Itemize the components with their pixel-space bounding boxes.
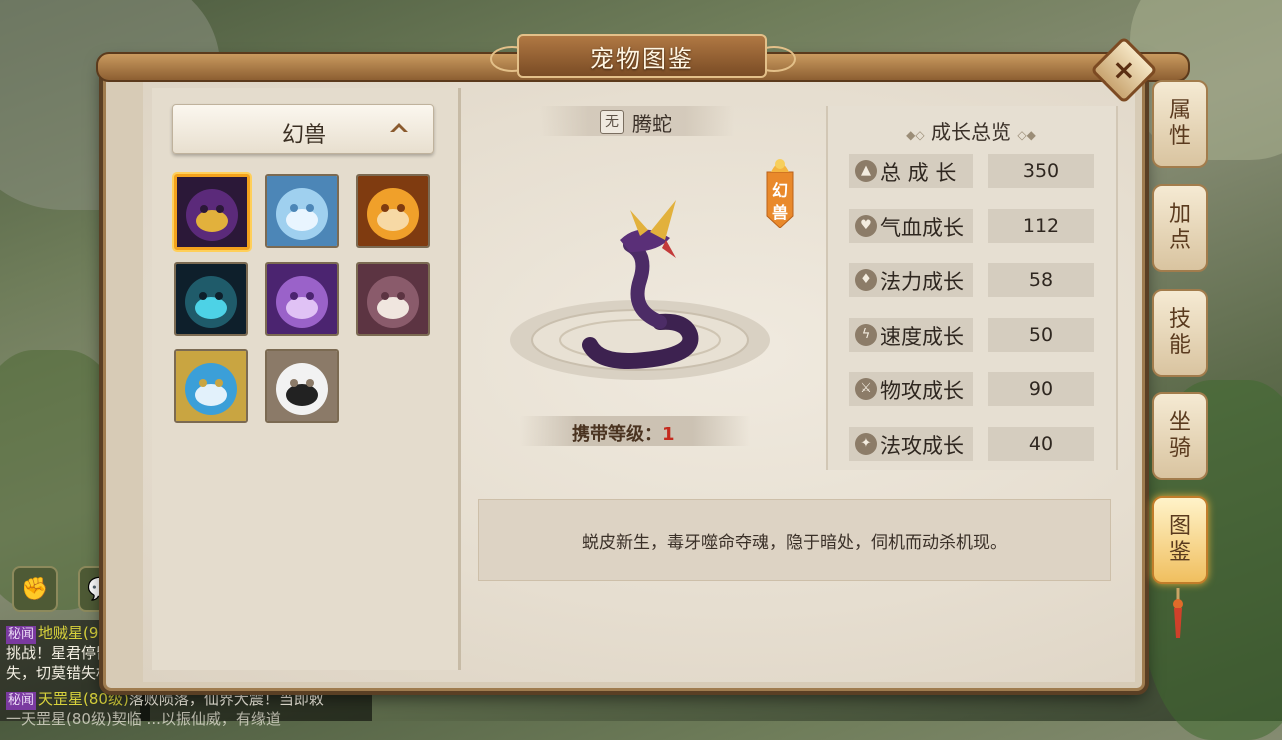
up-arrow-icon: ▲ <box>855 160 877 182</box>
growth-overview-title: ◆◇ 成长总览 ◇◆ <box>826 116 1116 145</box>
tab-label: 属性 <box>1168 98 1191 149</box>
pet-portrait <box>176 264 246 334</box>
pet-slot[interactable] <box>174 349 248 423</box>
carry-level: 携带等级：1 <box>572 420 675 446</box>
stat-label: 气血成长 <box>880 216 964 240</box>
growth-title-text: 成长总览 <box>931 120 1011 144</box>
carry-level-value: 1 <box>662 424 675 445</box>
sword-icon: ⚔ <box>855 378 877 400</box>
pet-slot[interactable] <box>265 349 339 423</box>
stat-label: 物攻成长 <box>880 379 964 403</box>
pet-model-view[interactable] <box>480 160 810 420</box>
chat-line: 一天罡星(80级)契临 ...以振仙威，有缘道 <box>6 710 281 728</box>
pet-slot[interactable] <box>356 174 430 248</box>
tab-label: 图鉴 <box>1168 514 1191 565</box>
pet-portrait <box>177 177 247 247</box>
stat-label: 法攻成长 <box>880 434 964 458</box>
diamond-ornament-icon: ◇◆ <box>1017 128 1036 142</box>
pet-portrait <box>176 351 246 421</box>
pet-portrait <box>267 264 337 334</box>
fist-icon: ✊ <box>21 576 49 602</box>
tab-label: 坐骑 <box>1168 410 1191 461</box>
chat-text: 一天罡星(80级)契临 ...以振仙威，有缘道 <box>6 710 281 728</box>
panel-divider <box>458 88 461 670</box>
diamond-ornament-icon: ◆◇ <box>906 128 925 142</box>
chat-text: 挑战！星君停留 <box>6 644 112 662</box>
stat-label: 法力成长 <box>880 270 964 294</box>
window-title: 宠物图鉴 <box>517 34 767 78</box>
stat-label: 总 成 长 <box>880 161 957 185</box>
tab-5[interactable]: 图鉴 <box>1152 496 1208 584</box>
stat-value: 40 <box>988 427 1094 461</box>
lightning-icon: ϟ <box>855 324 877 346</box>
tab-4[interactable]: 坐骑 <box>1152 392 1208 480</box>
chat-line: 秘闻 天罡星(80级)落败陨落，仙界大震！当即敕 <box>6 690 324 710</box>
tassel-ornament <box>1173 588 1183 638</box>
chat-text: 落败陨落，仙界大震！当即敕 <box>128 690 324 708</box>
tab-1[interactable]: 属性 <box>1152 80 1208 168</box>
pet-portrait <box>267 351 337 421</box>
heart-icon: ♥ <box>855 215 877 237</box>
flame-icon: ♦ <box>855 269 877 291</box>
category-dropdown[interactable]: 幻兽 <box>172 104 434 154</box>
pet-name: 腾蛇 <box>632 112 672 136</box>
pet-slot[interactable] <box>174 174 250 250</box>
pet-slot[interactable] <box>265 262 339 336</box>
pet-slot[interactable] <box>356 262 430 336</box>
stat-value: 112 <box>988 209 1094 243</box>
close-icon: × <box>1112 53 1136 86</box>
stat-label: 速度成长 <box>880 325 964 349</box>
pet-portrait <box>358 176 428 246</box>
stat-value: 58 <box>988 263 1094 297</box>
chat-sender[interactable]: 天罡星(80级) <box>38 690 129 708</box>
tab-3[interactable]: 技能 <box>1152 289 1208 377</box>
tab-2[interactable]: 加点 <box>1152 184 1208 272</box>
stat-value: 90 <box>988 372 1094 406</box>
chat-tag: 秘闻 <box>6 626 37 644</box>
tab-label: 技能 <box>1168 307 1191 358</box>
tab-label: 加点 <box>1168 202 1191 253</box>
magic-icon: ✦ <box>855 433 877 455</box>
stat-value: 50 <box>988 318 1094 352</box>
fist-button[interactable]: ✊ <box>12 566 58 612</box>
pet-description: 蜕皮新生，毒牙噬命夺魂，隐于暗处，伺机而动杀机现。 <box>478 499 1111 581</box>
stat-value: 350 <box>988 154 1094 188</box>
chat-tag: 秘闻 <box>6 692 37 710</box>
carry-level-label: 携带等级： <box>572 424 662 445</box>
pet-slot[interactable] <box>174 262 248 336</box>
pet-slot[interactable] <box>265 174 339 248</box>
chevron-up-icon <box>387 117 411 139</box>
pet-portrait <box>267 176 337 246</box>
element-type-icon: 无 <box>600 110 624 134</box>
pet-portrait <box>358 264 428 334</box>
